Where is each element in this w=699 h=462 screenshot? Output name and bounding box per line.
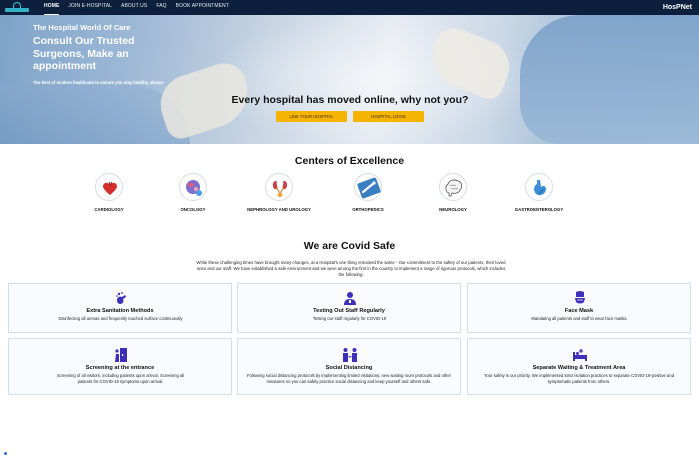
entrance-icon [115,348,127,362]
nav-book-appointment[interactable]: BOOK APPOINTMENT [176,0,229,15]
covid-card-sanitation: Extra Sanitation Methods Disinfecting al… [8,283,232,333]
center-gastroenterology[interactable]: GASTROENTEROLOGY [499,173,579,217]
site-logo[interactable] [5,2,29,13]
center-nephrology-urology[interactable]: NEPHROLOGY AND UROLOGY [239,173,319,217]
center-orthopedics[interactable]: ORTHOPEDICS [328,173,408,217]
hero-banner: The Hospital World Of Care Consult Our T… [0,15,699,144]
center-neurology[interactable]: NEUROLOGY [413,173,493,217]
brand-name[interactable]: HosPNet [663,0,692,15]
cell-icon [179,173,207,201]
covid-card-mask: Face Mask Mandating all patients and sta… [467,283,691,333]
page-footer-mark [4,452,7,455]
covid-card-distancing: Social Distancing Following social dista… [237,338,461,395]
centers-list: CARDIOLOGY ONCOLOGY NEPHROLOGY AND UROLO… [0,173,699,218]
nav-about-us[interactable]: ABOUT US [121,0,147,15]
covid-card-screening: Screening at the entrance Screening of a… [8,338,232,395]
hero-kicker: The Hospital World Of Care [33,23,131,32]
stomach-icon [525,173,553,201]
mask-icon [575,291,585,304]
staff-icon [344,292,356,305]
center-cardiology[interactable]: CARDIOLOGY [69,173,149,217]
top-navbar: HOME JOIN E-HOSPITAL ABOUT US FAQ BOOK A… [0,0,699,15]
heart-icon [95,173,123,201]
hospital-login-button[interactable]: HOSPITAL LOGIN [353,111,424,122]
distancing-icon [343,348,357,362]
hero-image-sleeve [520,15,699,144]
bone-icon [354,173,382,201]
sanitizer-icon [116,292,126,304]
hero-title: Consult Our Trusted Surgeons, Make an ap… [33,35,135,72]
nav-join-e-hospital[interactable]: JOIN E-HOSPITAL [68,0,112,15]
covid-card-testing: Testing Out Staff Regularly Testing our … [237,283,461,333]
kidney-icon [265,173,293,201]
covid-card-separate-area: Separate Waiting & Treatment Area Your s… [467,338,691,395]
center-oncology[interactable]: ONCOLOGY [153,173,233,217]
hero-cta-heading: Every hospital has moved online, why not… [231,94,469,106]
brain-icon [439,173,467,201]
centers-title: Centers of Excellence [294,155,405,167]
main-menu: HOME JOIN E-HOSPITAL ABOUT US FAQ BOOK A… [44,0,229,15]
hero-subtitle: The best of modern healthcare to ensure … [33,80,164,85]
covid-title: We are Covid Safe [303,240,396,252]
bed-icon [573,349,587,361]
nav-faq[interactable]: FAQ [156,0,166,15]
nav-home[interactable]: HOME [44,0,60,15]
link-hospital-button[interactable]: LINK YOUR HOSPITAL [276,111,347,122]
covid-intro: While these challenging times have broug… [196,260,506,277]
